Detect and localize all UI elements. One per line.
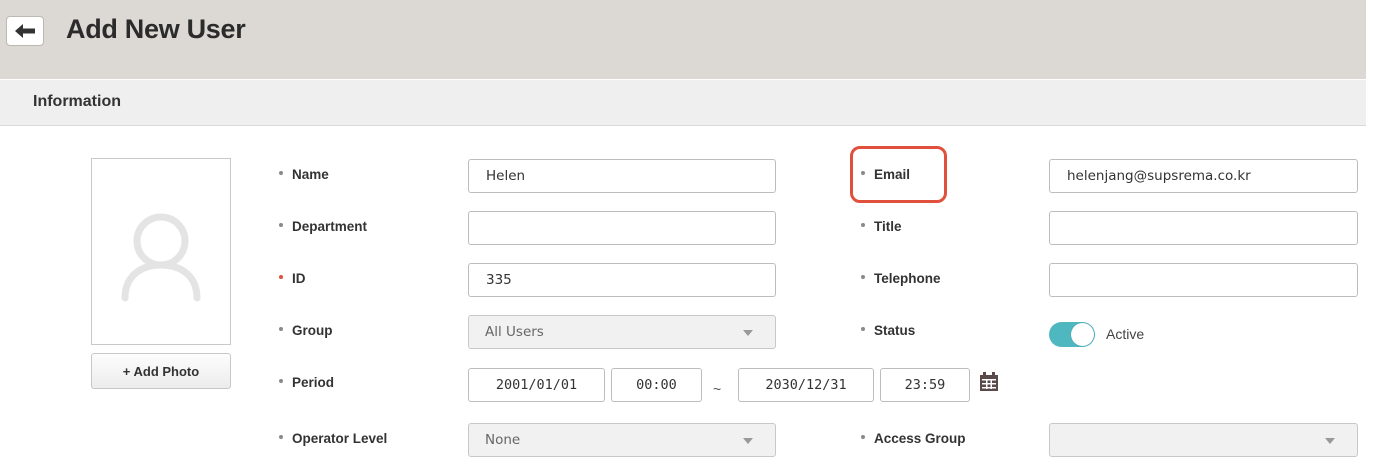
period-start-date-input[interactable]: 2001/01/01 [468,368,605,402]
name-label: Name [279,167,329,182]
id-input[interactable]: 335 [468,263,776,297]
period-label: Period [279,375,334,390]
group-select[interactable]: All Users [468,315,776,349]
status-label: Status [861,323,915,338]
arrow-left-icon [15,24,35,38]
required-indicator [279,275,283,280]
department-input[interactable] [468,211,776,245]
title-input[interactable] [1049,211,1358,245]
period-start-time-input[interactable]: 00:00 [611,368,702,402]
title-label: Title [861,219,902,234]
period-end-time-input[interactable]: 23:59 [880,368,970,402]
photo-placeholder [91,158,231,345]
operator-level-label: Operator Level [279,431,387,446]
period-end-date-input[interactable]: 2030/12/31 [738,368,874,402]
email-label: Email [861,167,910,182]
id-label: ID [279,271,306,286]
section-title: Information [33,93,121,110]
section-header: Information [0,80,1366,126]
group-select-value: All Users [485,324,544,340]
status-value: Active [1106,326,1145,342]
add-photo-button[interactable]: + Add Photo [91,353,231,389]
chevron-down-icon [1325,438,1335,444]
chevron-down-icon [743,438,753,444]
telephone-input[interactable] [1049,263,1358,297]
back-button[interactable] [6,16,44,46]
toggle-knob [1071,323,1094,346]
telephone-label: Telephone [861,271,941,286]
department-label: Department [279,219,367,234]
access-group-label: Access Group [861,431,966,446]
name-input[interactable]: Helen [468,159,776,193]
period-separator: ~ [713,381,722,397]
page-title: Add New User [66,14,246,44]
status-toggle[interactable] [1049,322,1095,347]
operator-level-select[interactable]: None [468,423,776,457]
chevron-down-icon [743,330,753,336]
group-label: Group [279,323,333,338]
email-input[interactable]: helenjang@supsrema.co.kr [1049,159,1358,193]
access-group-select[interactable] [1049,423,1358,457]
page-header: Add New User [0,0,1366,79]
calendar-icon[interactable] [979,372,999,392]
user-silhouette-icon [121,213,201,302]
operator-level-value: None [485,432,521,448]
